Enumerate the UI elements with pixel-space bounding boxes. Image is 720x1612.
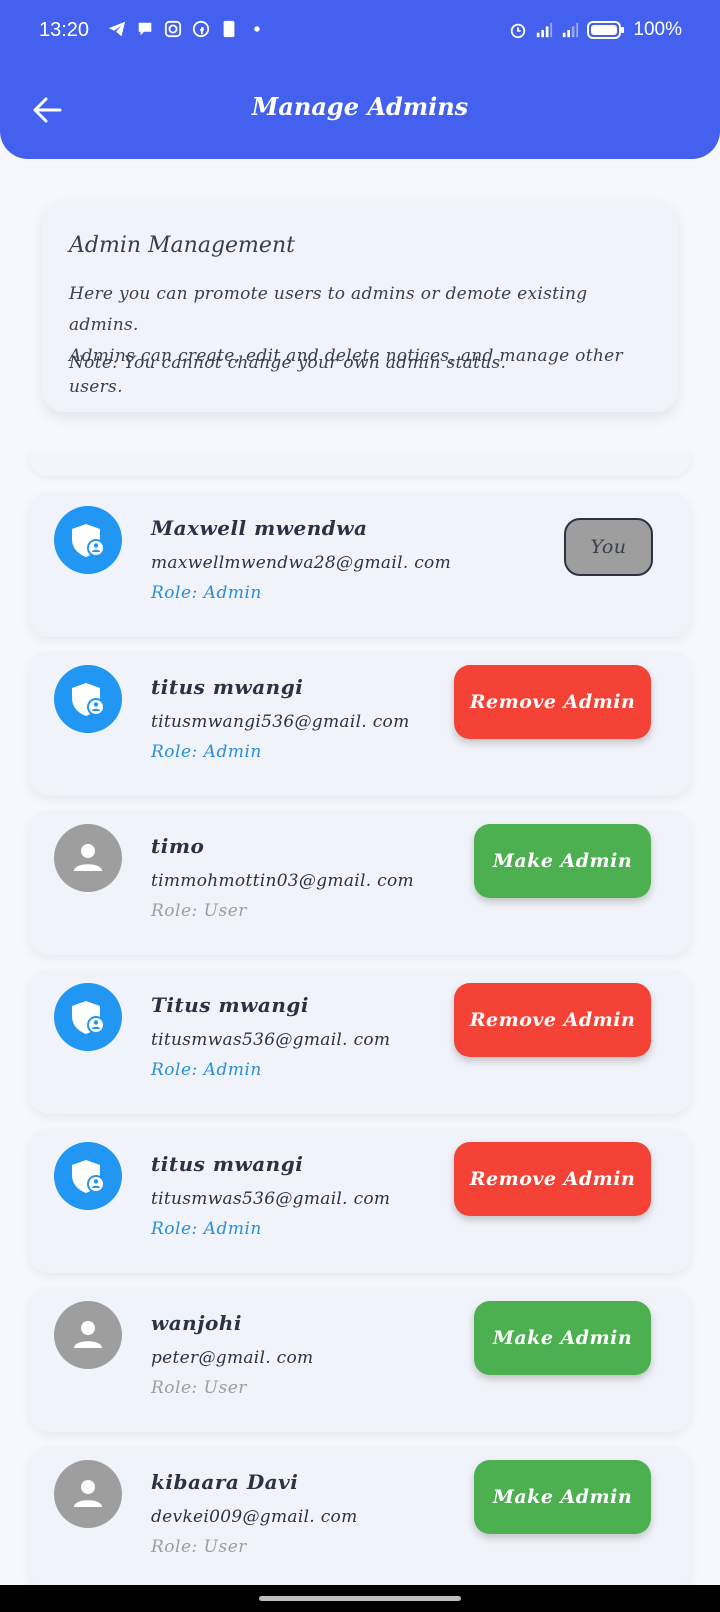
user-role: Role: Admin	[151, 1060, 262, 1080]
status-bar: 13:20 100%	[0, 0, 720, 62]
system-nav-bar	[0, 1585, 720, 1612]
user-card: wanjohi peter@gmail. com Role: User Make Ad…	[28, 1287, 692, 1432]
user-card: titus mwangi titusmwangi536@gmail. com Rol…	[28, 651, 692, 796]
admin-shield-icon	[54, 1142, 122, 1210]
telegram-icon	[108, 21, 126, 37]
user-role: Role: User	[151, 1537, 247, 1557]
user-card: Maxwell mwendwa maxwellmwendwa28@gmail. c…	[28, 492, 692, 637]
user-card: titus mwangi titusmwas536@gmail. com Role:…	[28, 1128, 692, 1273]
user-role: Role: Admin	[151, 742, 262, 762]
user-email: timmohmottin03@gmail. com	[151, 871, 414, 891]
status-right: 100%	[509, 19, 682, 41]
user-person-icon	[54, 1460, 122, 1528]
user-name: wanjohi	[151, 1311, 242, 1335]
status-time: 13:20	[39, 19, 90, 41]
remove-admin-button[interactable]: Remove Admin	[454, 665, 651, 739]
user-email: titusmwangi536@gmail. com	[151, 712, 410, 732]
user-name: timo	[151, 834, 205, 858]
remove-admin-button[interactable]: Remove Admin	[454, 983, 651, 1057]
info-line-1: Here you can promote users to admins or …	[69, 284, 588, 335]
alarm-icon	[511, 23, 526, 39]
make-admin-button[interactable]: Make Admin	[474, 824, 651, 898]
info-card-title: Admin Management	[69, 233, 295, 258]
sim-icon	[223, 20, 235, 38]
user-email: peter@gmail. com	[151, 1348, 314, 1368]
list-top-divider	[28, 452, 692, 476]
app-bar: Manage Admins	[0, 62, 720, 159]
user-role: Role: User	[151, 901, 247, 921]
user-name: titus mwangi	[151, 675, 304, 699]
user-card: kibaara Davi devkei009@gmail. com Role: Us…	[28, 1446, 692, 1591]
user-name: Maxwell mwendwa	[151, 516, 368, 540]
admin-shield-icon	[54, 506, 122, 574]
admin-shield-icon	[54, 665, 122, 733]
user-email: titusmwas536@gmail. com	[151, 1030, 391, 1050]
battery-icon	[587, 21, 625, 39]
signal-icon	[537, 22, 553, 38]
status-left-icons	[108, 20, 266, 38]
admin-shield-icon	[54, 983, 122, 1051]
user-role: Role: Admin	[151, 583, 262, 603]
user-name: titus mwangi	[151, 1152, 304, 1176]
user-person-icon	[54, 824, 122, 892]
chat-icon	[138, 22, 152, 36]
user-role: Role: User	[151, 1378, 247, 1398]
instagram-icon	[164, 20, 182, 38]
user-email: maxwellmwendwa28@gmail. com	[151, 553, 452, 573]
facebook-icon	[192, 20, 210, 38]
user-name: Titus mwangi	[151, 993, 309, 1017]
make-admin-button[interactable]: Make Admin	[474, 1301, 651, 1375]
battery-level: 100%	[633, 19, 682, 40]
user-card: Titus mwangi titusmwas536@gmail. com Role:…	[28, 969, 692, 1114]
user-role: Role: Admin	[151, 1219, 262, 1239]
you-badge: You	[564, 518, 653, 576]
user-email: devkei009@gmail. com	[151, 1507, 358, 1527]
user-card: timo timmohmottin03@gmail. com Role: User M…	[28, 810, 692, 955]
home-handle[interactable]	[259, 1596, 461, 1601]
info-card-description: Here you can promote users to admins or …	[69, 279, 659, 403]
user-person-icon	[54, 1301, 122, 1369]
page-title: Manage Admins	[251, 92, 469, 121]
user-name: kibaara Davi	[151, 1470, 299, 1494]
user-email: titusmwas536@gmail. com	[151, 1189, 391, 1209]
admin-info-card: Admin Management Here you can promote us…	[42, 200, 678, 412]
signal-icon	[563, 22, 579, 38]
remove-admin-button[interactable]: Remove Admin	[454, 1142, 651, 1216]
dot-icon	[254, 26, 260, 32]
make-admin-button[interactable]: Make Admin	[474, 1460, 651, 1534]
info-card-note: Note: You cannot change your own admin s…	[69, 353, 507, 373]
